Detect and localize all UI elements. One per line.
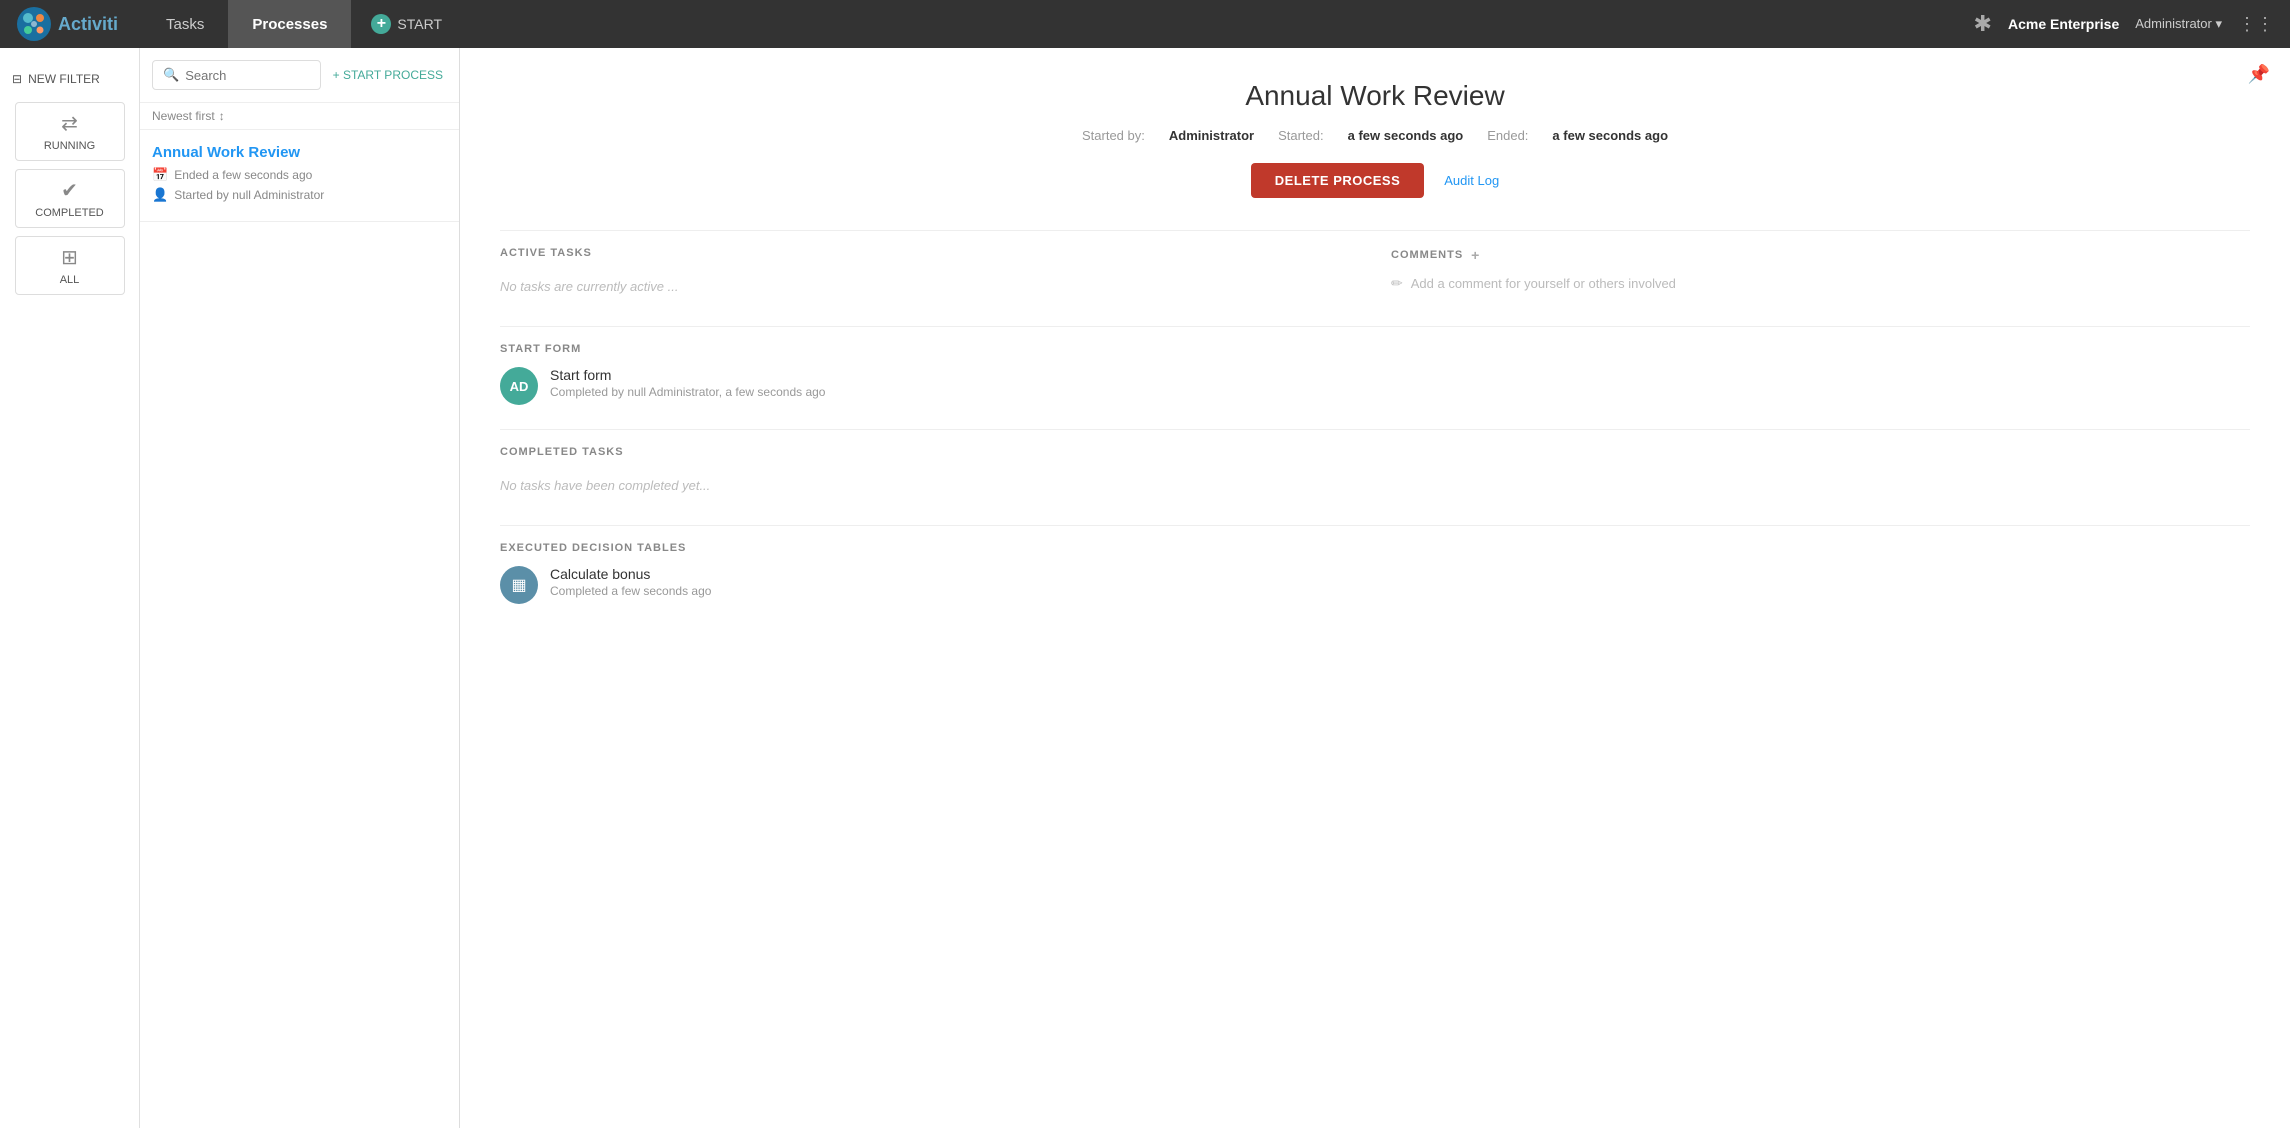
grid-icon[interactable]: ⋮⋮ xyxy=(2238,14,2274,35)
nav-tab-tasks[interactable]: Tasks xyxy=(142,0,228,48)
decision-table-info: Calculate bonus Completed a few seconds … xyxy=(550,566,2250,598)
start-process-label: + START PROCESS xyxy=(333,68,443,82)
start-button-label: START xyxy=(397,16,442,32)
started-label: Started: xyxy=(1278,128,1324,143)
divider-1 xyxy=(500,230,2250,231)
decision-table-icon-circle: ▦ xyxy=(500,566,538,604)
search-box[interactable]: 🔍 xyxy=(152,60,321,90)
started-value: a few seconds ago xyxy=(1348,128,1464,143)
process-meta-row: Started by: Administrator Started: a few… xyxy=(500,128,2250,143)
divider-4 xyxy=(500,525,2250,526)
new-filter-button[interactable]: ⊟ NEW FILTER xyxy=(0,64,139,94)
decision-table-item: ▦ Calculate bonus Completed a few second… xyxy=(500,566,2250,604)
sort-row: Newest first ↕ xyxy=(140,103,459,130)
calendar-icon: 📅 xyxy=(152,167,168,183)
start-form-completed-text: Completed by null Administrator, a few s… xyxy=(550,385,2250,399)
process-actions: DELETE PROCESS Audit Log xyxy=(500,163,2250,198)
started-by-label: Started by: xyxy=(1082,128,1145,143)
search-icon: 🔍 xyxy=(163,67,179,83)
delete-process-button[interactable]: DELETE PROCESS xyxy=(1251,163,1424,198)
active-tasks-title: ACTIVE TASKS xyxy=(500,247,1359,259)
comments-title: COMMENTS + xyxy=(1391,247,2250,263)
sort-label: Newest first xyxy=(152,109,215,123)
executed-decision-section: EXECUTED DECISION TABLES ▦ Calculate bon… xyxy=(500,542,2250,604)
start-process-button[interactable]: + START PROCESS xyxy=(329,64,447,86)
person-icon: 👤 xyxy=(152,187,168,203)
plus-icon: + xyxy=(371,14,391,34)
sidebar-completed[interactable]: ✔ COMPLETED xyxy=(15,169,125,228)
decision-table-name: Calculate bonus xyxy=(550,566,2250,582)
app-body: ⊟ NEW FILTER ⇄ RUNNING ✔ COMPLETED ⊞ ALL… xyxy=(0,48,2290,1128)
logo-text: Activiti xyxy=(58,14,118,35)
admin-label: Administrator xyxy=(2135,16,2212,31)
nav-tabs: Tasks Processes xyxy=(142,0,351,48)
comments-section: COMMENTS + ✏ Add a comment for yourself … xyxy=(1391,247,2250,302)
sidebar-all[interactable]: ⊞ ALL xyxy=(15,236,125,295)
ended-label: Ended: xyxy=(1487,128,1528,143)
sidebar-running[interactable]: ⇄ RUNNING xyxy=(15,102,125,161)
admin-menu[interactable]: Administrator ▾ xyxy=(2135,16,2222,32)
search-input[interactable] xyxy=(185,68,309,83)
admin-chevron-icon: ▾ xyxy=(2215,16,2222,31)
process-item-title: Annual Work Review xyxy=(152,144,447,161)
comment-add-row: ✏ Add a comment for yourself or others i… xyxy=(1391,275,2250,292)
nav-right: ✱ Acme Enterprise Administrator ▾ ⋮⋮ xyxy=(1974,11,2274,37)
sidebar: ⊟ NEW FILTER ⇄ RUNNING ✔ COMPLETED ⊞ ALL xyxy=(0,48,140,1128)
active-tasks-section: ACTIVE TASKS No tasks are currently acti… xyxy=(500,247,1359,302)
ended-value: a few seconds ago xyxy=(1552,128,1668,143)
process-item-started-by: 👤 Started by null Administrator xyxy=(152,187,447,203)
pin-icon[interactable]: 📌 xyxy=(2248,64,2270,85)
completed-tasks-empty: No tasks have been completed yet... xyxy=(500,470,2250,501)
divider-2 xyxy=(500,326,2250,327)
alfresco-logo-icon xyxy=(16,6,52,42)
enterprise-name: Acme Enterprise xyxy=(2008,16,2119,32)
executed-decision-title: EXECUTED DECISION TABLES xyxy=(500,542,2250,554)
new-filter-label: NEW FILTER xyxy=(28,72,100,86)
nav-tab-processes[interactable]: Processes xyxy=(228,0,351,48)
all-icon: ⊞ xyxy=(61,245,78,270)
completed-tasks-title: COMPLETED TASKS xyxy=(500,446,2250,458)
start-form-title: START FORM xyxy=(500,343,2250,355)
divider-3 xyxy=(500,429,2250,430)
active-tasks-empty: No tasks are currently active ... xyxy=(500,271,1359,302)
comments-add-icon[interactable]: + xyxy=(1471,247,1480,263)
process-title: Annual Work Review xyxy=(500,80,2250,112)
start-form-section: START FORM AD Start form Completed by nu… xyxy=(500,343,2250,405)
audit-log-link[interactable]: Audit Log xyxy=(1444,173,1499,188)
asterisk-icon: ✱ xyxy=(1974,11,1992,37)
process-item-ended: 📅 Ended a few seconds ago xyxy=(152,167,447,183)
main-content: 📌 Annual Work Review Started by: Adminis… xyxy=(460,48,2290,1128)
sort-icon: ↕ xyxy=(219,109,225,123)
active-tasks-comments-grid: ACTIVE TASKS No tasks are currently acti… xyxy=(500,247,2250,302)
start-form-name: Start form xyxy=(550,367,2250,383)
start-form-item: AD Start form Completed by null Administ… xyxy=(500,367,2250,405)
completed-icon: ✔ xyxy=(61,178,78,203)
comment-placeholder-text[interactable]: Add a comment for yourself or others inv… xyxy=(1411,276,1676,291)
completed-label: COMPLETED xyxy=(35,207,103,219)
decision-table-completed-text: Completed a few seconds ago xyxy=(550,584,2250,598)
all-label: ALL xyxy=(60,274,80,286)
top-navigation: Activiti Tasks Processes + START ✱ Acme … xyxy=(0,0,2290,48)
running-label: RUNNING xyxy=(44,140,95,152)
process-list-header: 🔍 + START PROCESS xyxy=(140,48,459,103)
process-list: 🔍 + START PROCESS Newest first ↕ Annual … xyxy=(140,48,460,1128)
decision-table-icon: ▦ xyxy=(511,575,526,595)
pencil-icon: ✏ xyxy=(1391,275,1403,292)
start-form-info: Start form Completed by null Administrat… xyxy=(550,367,2250,399)
logo: Activiti xyxy=(16,6,118,42)
started-by-value: Administrator xyxy=(1169,128,1254,143)
start-form-avatar: AD xyxy=(500,367,538,405)
completed-tasks-section: COMPLETED TASKS No tasks have been compl… xyxy=(500,446,2250,501)
process-list-item[interactable]: Annual Work Review 📅 Ended a few seconds… xyxy=(140,130,459,222)
filter-icon: ⊟ xyxy=(12,72,22,86)
start-button[interactable]: + START xyxy=(351,0,462,48)
running-icon: ⇄ xyxy=(61,111,78,136)
